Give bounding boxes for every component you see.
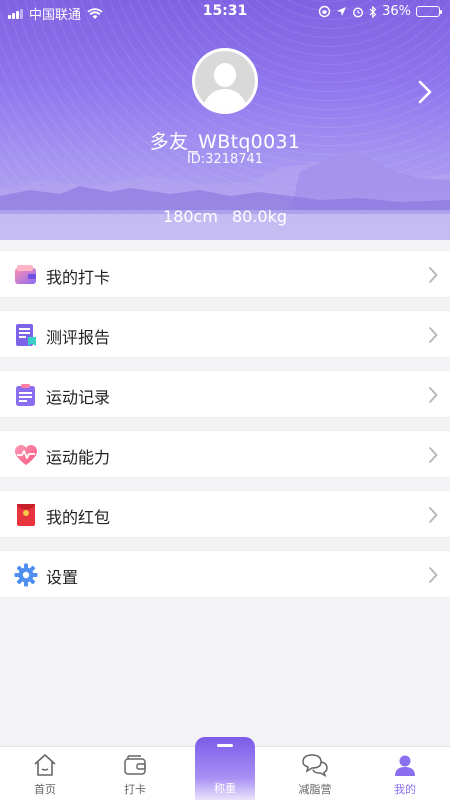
location-arrow-icon: [337, 7, 347, 16]
menu-list: 我的打卡 测评报告 运动记录 运动能力 我的红包 设置: [0, 250, 450, 610]
tab-checkin[interactable]: 打卡: [90, 747, 180, 800]
menu-item-label: 设置: [46, 568, 79, 587]
menu-item-label: 我的打卡: [46, 268, 111, 287]
clipboard-icon: [16, 384, 35, 406]
menu-item-label: 我的红包: [46, 508, 111, 527]
menu-item-my-checkin[interactable]: 我的打卡: [0, 250, 450, 298]
avatar[interactable]: [192, 48, 258, 114]
chevron-right-icon[interactable]: [418, 80, 432, 104]
chat-bubbles-icon: [302, 754, 328, 777]
person-icon: [395, 755, 415, 776]
scale-icon: [217, 744, 233, 747]
default-avatar-icon: [195, 51, 255, 111]
settings-gear-icon: [14, 563, 38, 587]
tab-label: 首页: [34, 783, 56, 796]
status-bar: 中国联通 15:31 36%: [0, 0, 450, 23]
menu-item-label: 运动能力: [46, 448, 111, 467]
red-envelope-icon: [17, 504, 35, 526]
tab-fat-loss-camp[interactable]: 减脂营: [270, 747, 360, 800]
rotation-lock-icon: [318, 5, 331, 18]
menu-item-assessment-report[interactable]: 测评报告: [0, 310, 450, 358]
tab-label: 称重: [214, 782, 236, 795]
chevron-right-icon: [428, 326, 438, 344]
menu-item-label: 运动记录: [46, 388, 111, 407]
tab-home[interactable]: 首页: [0, 747, 90, 800]
menu-item-settings[interactable]: 设置: [0, 550, 450, 598]
wallet-icon: [124, 755, 146, 775]
body-stats: 180cm 80.0kg: [0, 207, 450, 226]
report-icon: [16, 324, 36, 346]
menu-item-red-packets[interactable]: 我的红包: [0, 490, 450, 538]
chevron-right-icon: [428, 446, 438, 464]
tab-label: 减脂营: [298, 783, 332, 796]
profile-header: 中国联通 15:31 36% 多友_WBtq0031 ID:3218741 18…: [0, 0, 450, 240]
tab-label: 我的: [394, 783, 416, 796]
battery-icon: [416, 6, 442, 17]
user-id: ID:3218741: [186, 152, 264, 167]
chevron-right-icon: [428, 506, 438, 524]
weight-value: 80.0kg: [231, 207, 287, 226]
wallet-icon: [15, 265, 36, 284]
height-value: 180cm: [163, 207, 218, 226]
chevron-right-icon: [428, 386, 438, 404]
landscape-background: [0, 150, 450, 240]
menu-item-exercise-records[interactable]: 运动记录: [0, 370, 450, 418]
tab-mine[interactable]: 我的: [360, 747, 450, 800]
menu-item-exercise-ability[interactable]: 运动能力: [0, 430, 450, 478]
tab-label: 打卡: [124, 783, 146, 796]
bluetooth-icon: [369, 5, 377, 18]
heart-pulse-icon: [15, 445, 37, 465]
nickname: 多友_WBtq0031: [149, 131, 301, 153]
chevron-right-icon: [428, 266, 438, 284]
home-icon: [34, 754, 56, 776]
alarm-icon: [353, 6, 364, 18]
menu-item-label: 测评报告: [46, 328, 111, 347]
battery-percent: 36%: [382, 4, 411, 19]
chevron-right-icon: [428, 566, 438, 584]
tab-weigh[interactable]: 称重: [195, 737, 255, 800]
